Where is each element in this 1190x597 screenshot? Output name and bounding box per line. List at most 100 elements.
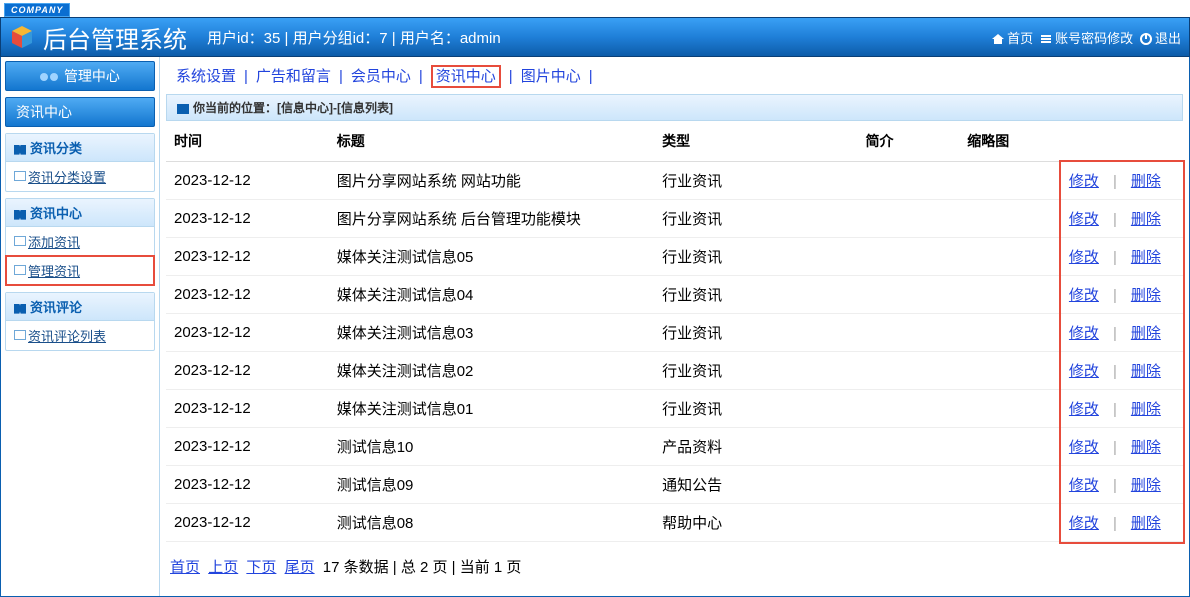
table-header: 标题 <box>329 121 654 162</box>
list-icon <box>1039 32 1053 46</box>
edit-link[interactable]: 修改 <box>1069 363 1099 380</box>
table-cell-type: 行业资讯 <box>654 314 857 352</box>
book-icon <box>14 210 26 220</box>
action-separator: | <box>1113 477 1117 494</box>
action-separator: | <box>1113 515 1117 532</box>
table-cell-type: 通知公告 <box>654 466 857 504</box>
table-cell-title: 媒体关注测试信息03 <box>329 314 654 352</box>
password-link[interactable]: 账号密码修改 <box>1039 31 1133 46</box>
table-cell-thumb <box>959 352 1061 390</box>
tab-link[interactable]: 系统设置 <box>176 68 236 85</box>
tab-separator: | <box>339 68 343 85</box>
table-row: 2023-12-12图片分享网站系统 后台管理功能模块行业资讯修改|删除 <box>166 200 1183 238</box>
table-cell-time: 2023-12-12 <box>166 162 329 200</box>
table-cell-time: 2023-12-12 <box>166 428 329 466</box>
tab-link[interactable]: 图片中心 <box>521 68 581 85</box>
edit-link[interactable]: 修改 <box>1069 515 1099 532</box>
edit-link[interactable]: 修改 <box>1069 173 1099 190</box>
breadcrumb-text: 你当前的位置：[信息中心]-[信息列表] <box>193 101 393 115</box>
table-cell-thumb <box>959 276 1061 314</box>
table-cell-type: 行业资讯 <box>654 162 857 200</box>
home-label: 首页 <box>1007 31 1033 46</box>
table-cell-time: 2023-12-12 <box>166 352 329 390</box>
home-link[interactable]: 首页 <box>991 31 1033 46</box>
table-cell-actions: 修改|删除 <box>1061 200 1183 238</box>
delete-link[interactable]: 删除 <box>1131 401 1161 418</box>
table-cell-type: 行业资讯 <box>654 352 857 390</box>
table-row: 2023-12-12测试信息09通知公告 修改 | 删除 <box>166 466 1183 504</box>
table-cell-intro <box>858 162 960 200</box>
table-cell-actions: 修改|删除 <box>1061 314 1183 352</box>
edit-link[interactable]: 修改 <box>1069 249 1099 266</box>
table-header: 缩略图 <box>959 121 1061 162</box>
password-label: 账号密码修改 <box>1055 31 1133 46</box>
table-header: 简介 <box>858 121 960 162</box>
tab-link[interactable]: 会员中心 <box>351 68 411 85</box>
edit-link[interactable]: 修改 <box>1069 287 1099 304</box>
action-separator: | <box>1113 439 1117 456</box>
sidebar-link[interactable]: 资讯分类设置 <box>6 162 154 191</box>
delete-link[interactable]: 删除 <box>1131 287 1161 304</box>
header-bar: 后台管理系统 用户id：35 | 用户分组id：7 | 用户名：admin 首页… <box>0 17 1190 57</box>
table-cell-intro <box>858 428 960 466</box>
table-cell-title: 媒体关注测试信息05 <box>329 238 654 276</box>
delete-link[interactable]: 删除 <box>1131 325 1161 342</box>
app-title: 后台管理系统 <box>43 20 187 55</box>
delete-link[interactable]: 删除 <box>1131 249 1161 266</box>
table-cell-actions: 修改|删除 <box>1061 238 1183 276</box>
table-cell-thumb <box>959 238 1061 276</box>
power-icon <box>1139 32 1153 46</box>
page-last[interactable]: 尾页 <box>285 559 315 576</box>
sidebar-link[interactable]: 添加资讯 <box>6 227 154 256</box>
sidebar: 管理中心 资讯中心资讯分类资讯分类设置资讯中心添加资讯管理资讯资讯评论资讯评论列… <box>1 57 159 596</box>
table-cell-title: 测试信息09 <box>329 466 654 504</box>
table-cell-thumb <box>959 428 1061 466</box>
table-cell-actions: 修改|删除 <box>1061 162 1183 200</box>
page-prev[interactable]: 上页 <box>208 559 238 576</box>
sidebar-subheader: 资讯中心 <box>5 97 155 127</box>
edit-link[interactable]: 修改 <box>1069 439 1099 456</box>
tab-separator: | <box>589 68 593 85</box>
table-cell-title: 媒体关注测试信息01 <box>329 390 654 428</box>
delete-link[interactable]: 删除 <box>1131 439 1161 456</box>
table-cell-actions: 修改 | 删除 <box>1061 276 1183 314</box>
table-row: 2023-12-12媒体关注测试信息04行业资讯修改|删除 <box>166 276 1183 314</box>
sidebar-link[interactable]: 管理资讯 <box>6 256 154 285</box>
table-cell-intro <box>858 276 960 314</box>
table-cell-time: 2023-12-12 <box>166 238 329 276</box>
table-cell-time: 2023-12-12 <box>166 466 329 504</box>
delete-link[interactable]: 删除 <box>1131 173 1161 190</box>
logout-link[interactable]: 退出 <box>1139 31 1181 46</box>
delete-link[interactable]: 删除 <box>1131 515 1161 532</box>
edit-link[interactable]: 修改 <box>1069 325 1099 342</box>
sidebar-section-title: 资讯评论 <box>6 293 154 321</box>
edit-link[interactable]: 修改 <box>1069 477 1099 494</box>
tab-link[interactable]: 广告和留言 <box>256 68 331 85</box>
page-next[interactable]: 下页 <box>246 559 276 576</box>
content-area: 系统设置 | 广告和留言 | 会员中心 | 资讯中心 | 图片中心 | 你当前的位置：[信息中心]… <box>159 57 1189 596</box>
tab-separator: | <box>509 68 513 85</box>
table-cell-actions: 修改|删除 <box>1061 352 1183 390</box>
table-cell-actions: 修改 | 删除 <box>1061 504 1183 542</box>
table-cell-intro <box>858 504 960 542</box>
logout-label: 退出 <box>1155 31 1181 46</box>
table-cell-type: 行业资讯 <box>654 390 857 428</box>
delete-link[interactable]: 删除 <box>1131 477 1161 494</box>
page-first[interactable]: 首页 <box>170 559 200 576</box>
delete-link[interactable]: 删除 <box>1131 363 1161 380</box>
edit-link[interactable]: 修改 <box>1069 211 1099 228</box>
table-cell-intro <box>858 200 960 238</box>
table-cell-type: 帮助中心 <box>654 504 857 542</box>
edit-link[interactable]: 修改 <box>1069 401 1099 418</box>
delete-link[interactable]: 删除 <box>1131 211 1161 228</box>
table-header <box>1061 121 1183 162</box>
sidebar-link[interactable]: 资讯评论列表 <box>6 321 154 350</box>
sidebar-section-title: 资讯中心 <box>6 199 154 227</box>
action-separator: | <box>1113 287 1117 304</box>
data-table: 时间标题类型简介缩略图 2023-12-12图片分享网站系统 网站功能行业资讯修… <box>166 121 1183 542</box>
table-row: 2023-12-12媒体关注测试信息01行业资讯修改|删除 <box>166 390 1183 428</box>
table-header: 时间 <box>166 121 329 162</box>
table-cell-title: 图片分享网站系统 后台管理功能模块 <box>329 200 654 238</box>
table-cell-type: 行业资讯 <box>654 276 857 314</box>
tab-link[interactable]: 资讯中心 <box>431 65 501 88</box>
